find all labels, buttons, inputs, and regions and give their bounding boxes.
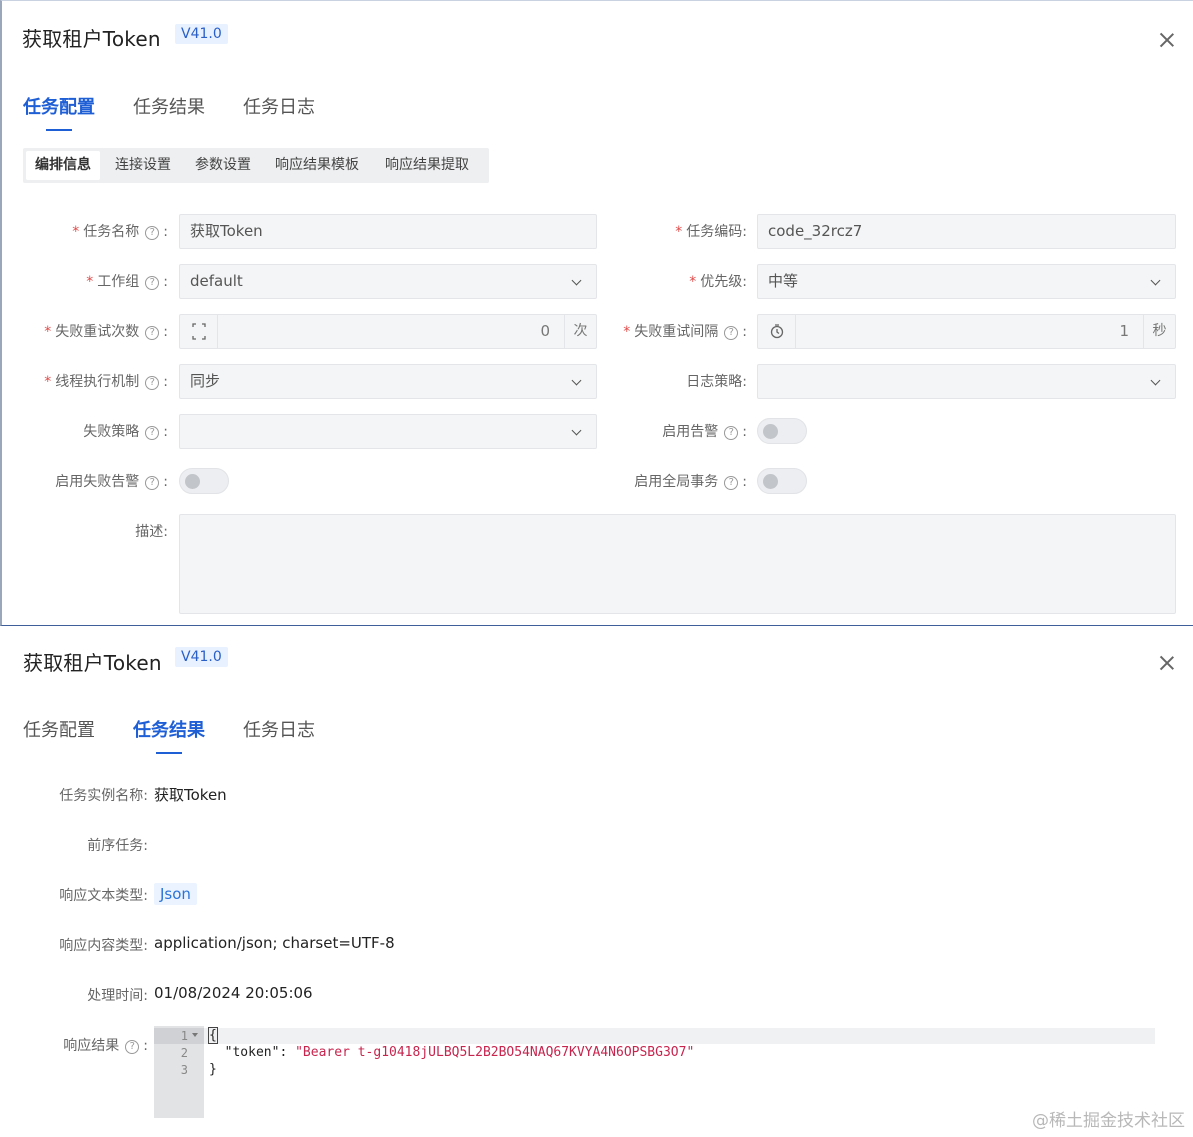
- active-code-line: [204, 1028, 1155, 1044]
- help-icon: ?: [145, 476, 160, 490]
- expand-icon: [180, 315, 218, 348]
- enable-fail-alert-label: 启用失败告警?:: [55, 474, 168, 490]
- close-icon[interactable]: [1159, 32, 1175, 48]
- resp-text-type-tag: Json: [154, 883, 197, 905]
- tab-task-result[interactable]: 任务结果: [133, 93, 205, 119]
- task-code-label: * 任务编码:: [675, 224, 747, 240]
- priority-select[interactable]: 中等: [757, 264, 1176, 299]
- help-icon: ?: [145, 376, 160, 390]
- help-icon: ?: [145, 426, 160, 440]
- retry-interval-label: * 失败重试间隔?:: [623, 324, 747, 340]
- timer-icon: [758, 315, 796, 348]
- retry-interval-unit: 秒: [1143, 315, 1175, 348]
- priority-label: * 优先级:: [689, 274, 747, 290]
- task-result-dialog: 获取租户Token V41.0 任务配置 任务结果 任务日志 任务实例名称: 获…: [0, 626, 1193, 1137]
- retry-count-value: 0: [540, 322, 550, 340]
- thread-mode-label: * 线程执行机制?:: [44, 374, 168, 390]
- tab-task-log[interactable]: 任务日志: [243, 93, 315, 119]
- process-time-value: 01/08/2024 20:05:06: [154, 984, 313, 1002]
- resp-result-label: 响应结果?:: [63, 1038, 148, 1054]
- description-textarea[interactable]: [179, 514, 1176, 614]
- fail-strategy-label: 失败策略?:: [83, 424, 168, 440]
- fail-strategy-select[interactable]: [179, 414, 597, 449]
- line-number: 3: [180, 1063, 188, 1077]
- retry-interval-input[interactable]: 1 秒: [757, 314, 1176, 349]
- subtab-response-extract[interactable]: 响应结果提取: [376, 151, 478, 180]
- dialog-title: 获取租户Token: [22, 27, 161, 51]
- help-icon: ?: [145, 276, 160, 290]
- enable-global-tx-toggle[interactable]: [757, 468, 807, 494]
- json-string-value: "Bearer t-g10418jULBQ5L2B2BO54NAQ67KVYA4…: [295, 1045, 695, 1060]
- task-name-label: * 任务名称?:: [72, 224, 168, 240]
- thread-mode-select[interactable]: 同步: [179, 364, 597, 399]
- fold-arrow-icon[interactable]: [192, 1033, 198, 1037]
- retry-count-label: * 失败重试次数?:: [44, 324, 168, 340]
- enable-global-tx-label: 启用全局事务?:: [634, 474, 747, 490]
- log-strategy-label: 日志策略:: [686, 374, 747, 390]
- code-line-1: {: [208, 1027, 218, 1044]
- prev-task-label: 前序任务:: [87, 838, 148, 854]
- json-key: "token": [224, 1045, 280, 1060]
- subtab-connection[interactable]: 连接设置: [106, 151, 180, 180]
- subtab-orchestration[interactable]: 编排信息: [26, 151, 100, 180]
- resp-content-type-value: application/json; charset=UTF-8: [154, 934, 395, 952]
- resp-content-type-label: 响应内容类型:: [59, 938, 148, 954]
- help-icon: ?: [125, 1040, 140, 1054]
- help-icon: ?: [145, 326, 160, 340]
- version-badge: V41.0: [175, 24, 228, 44]
- task-code-field[interactable]: code_32rcz7: [757, 214, 1176, 249]
- task-config-dialog: 获取租户Token V41.0 任务配置 任务结果 任务日志 编排信息 连接设置…: [0, 0, 1193, 626]
- help-icon: ?: [724, 426, 739, 440]
- tab-task-log[interactable]: 任务日志: [243, 716, 315, 742]
- task-name-field[interactable]: 获取Token: [179, 214, 597, 249]
- description-label: 描述:: [135, 524, 168, 540]
- work-group-select[interactable]: default: [179, 264, 597, 299]
- tab-task-config[interactable]: 任务配置: [23, 716, 95, 742]
- process-time-label: 处理时间:: [87, 988, 148, 1004]
- retry-interval-value: 1: [1119, 322, 1129, 340]
- subtab-response-template[interactable]: 响应结果模板: [266, 151, 368, 180]
- code-line-3: }: [209, 1062, 217, 1077]
- code-line-2: "token": "Bearer t-g10418jULBQ5L2B2BO54N…: [224, 1045, 695, 1060]
- retry-count-input[interactable]: 0 次: [179, 314, 597, 349]
- help-icon: ?: [724, 476, 739, 490]
- instance-name-label: 任务实例名称:: [59, 788, 148, 804]
- resp-text-type-label: 响应文本类型:: [59, 888, 148, 904]
- work-group-label: * 工作组?:: [86, 274, 168, 290]
- enable-fail-alert-toggle[interactable]: [179, 468, 229, 494]
- enable-alert-label: 启用告警?:: [662, 424, 747, 440]
- close-icon[interactable]: [1159, 655, 1175, 671]
- tab-task-result[interactable]: 任务结果: [133, 716, 205, 754]
- watermark: @稀土掘金技术社区: [1032, 1111, 1185, 1131]
- help-icon: ?: [724, 326, 739, 340]
- enable-alert-toggle[interactable]: [757, 418, 807, 444]
- json-code-editor[interactable]: 1 2 3 { "token": "Bearer t-g10418jULBQ5L…: [154, 1026, 1155, 1118]
- help-icon: ?: [145, 226, 160, 240]
- retry-count-unit: 次: [564, 315, 596, 348]
- subtab-params[interactable]: 参数设置: [186, 151, 260, 180]
- line-number: 2: [180, 1046, 188, 1060]
- version-badge: V41.0: [175, 647, 228, 667]
- instance-name-value: 获取Token: [154, 786, 227, 804]
- dialog-title: 获取租户Token: [23, 651, 162, 675]
- tab-task-config[interactable]: 任务配置: [23, 93, 95, 131]
- line-number: 1: [180, 1029, 188, 1043]
- log-strategy-select[interactable]: [757, 364, 1176, 399]
- subtab-bar: 编排信息 连接设置 参数设置 响应结果模板 响应结果提取: [23, 148, 489, 183]
